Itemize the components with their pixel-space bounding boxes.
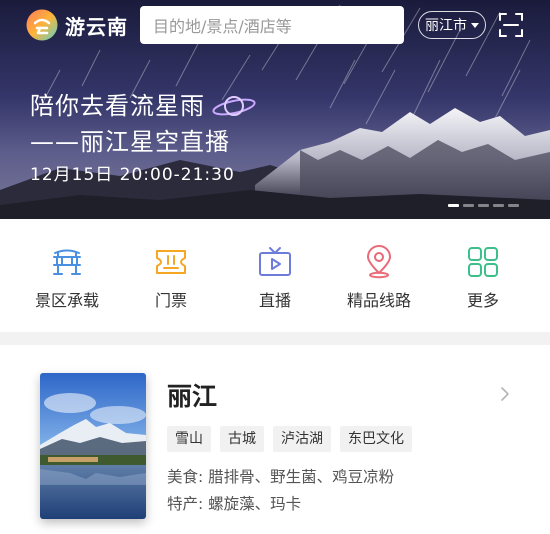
top-bar: 游云南 目的地/景点/酒店等 丽江市 [0,0,550,50]
city-tag[interactable]: 古城 [220,426,264,452]
carousel-dot[interactable] [478,204,489,207]
tv-play-icon [259,247,291,276]
nav-item-tickets[interactable]: 门票 [119,219,223,332]
location-pin-icon [367,245,391,279]
city-tags: 雪山 古城 泸沽湖 东巴文化 [167,426,421,452]
city-selector-button[interactable]: 丽江市 [418,11,486,39]
city-thumbnail [40,373,146,519]
banner-promo-text: 陪你去看流星雨 ——丽江星空直播 12月15日 20:00-21:30 [30,88,257,190]
scenic-gate-icon [53,249,81,275]
city-tag[interactable]: 东巴文化 [340,426,412,452]
app-name: 游云南 [65,14,128,39]
city-name: 丽江 [167,382,218,411]
ticket-icon [156,250,186,274]
banner-subheadline: ——丽江星空直播 [30,128,230,156]
city-card[interactable]: 丽江 雪山 古城 泸沽湖 东巴文化 美食: 腊排骨、野生菌、鸡豆凉粉 特产: 螺… [0,345,550,534]
carousel-dot[interactable] [508,204,519,207]
carousel-dot-active[interactable] [448,204,459,207]
banner-schedule: 12月15日 20:00-21:30 [30,165,235,185]
carousel-dot[interactable] [463,204,474,207]
app-logo[interactable]: 游云南 [26,9,128,41]
nav-label: 门票 [154,291,187,310]
carousel-indicator [448,204,523,207]
chevron-right-icon[interactable] [500,387,510,401]
nav-item-routes[interactable]: 精品线路 [327,219,431,332]
search-placeholder: 目的地/景点/酒店等 [153,17,292,36]
scan-icon[interactable] [498,12,524,38]
search-input[interactable]: 目的地/景点/酒店等 [140,6,404,44]
city-tag[interactable]: 雪山 [167,426,211,452]
nav-label: 景区承载 [34,291,99,310]
carousel-dot[interactable] [493,204,504,207]
nav-item-more[interactable]: 更多 [431,219,535,332]
app-logo-icon [26,9,58,41]
grid-more-icon [468,247,498,277]
hero-banner[interactable]: 游云南 目的地/景点/酒店等 丽江市 陪你去看流星雨 ——丽江星空直播 12月1… [0,0,550,219]
city-specialty-info: 特产: 螺旋藻、玛卡 [167,495,302,513]
city-selector-label: 丽江市 [425,18,467,34]
nav-label: 精品线路 [346,291,411,310]
nav-item-scenic-capacity[interactable]: 景区承载 [15,219,119,332]
banner-headline: 陪你去看流星雨 [30,92,205,120]
city-tag[interactable]: 泸沽湖 [273,426,331,452]
nav-item-live[interactable]: 直播 [223,219,327,332]
planet-icon [212,96,256,116]
caret-down-icon [471,22,479,28]
city-food-info: 美食: 腊排骨、野生菌、鸡豆凉粉 [167,468,395,486]
nav-label: 更多 [466,291,499,310]
nav-label: 直播 [258,291,291,310]
quick-nav: 景区承载 门票 直播 精品线路 更多 [0,219,550,332]
